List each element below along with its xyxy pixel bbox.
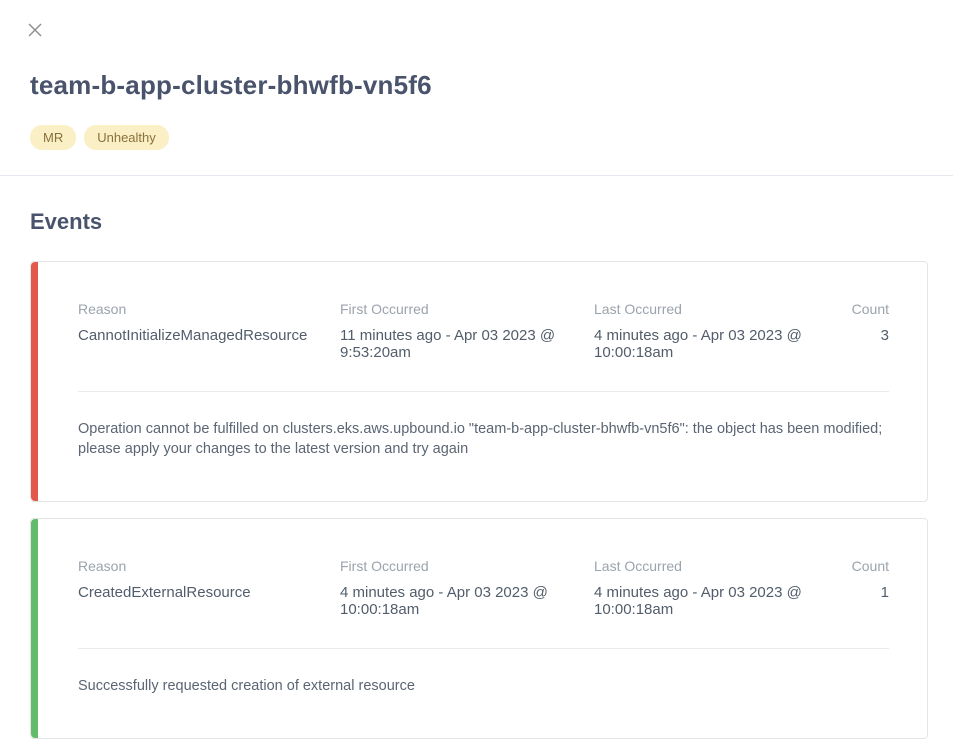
- column-header-last-occurred: Last Occurred: [594, 558, 846, 574]
- event-last-occurred-value: 4 minutes ago - Apr 03 2023 @ 10:00:18am: [594, 327, 846, 361]
- column-header-first-occurred: First Occurred: [340, 301, 594, 317]
- badge-unhealthy: Unhealthy: [84, 125, 169, 150]
- event-col-first-occurred: First Occurred 4 minutes ago - Apr 03 20…: [340, 558, 594, 618]
- event-col-count: Count 3: [846, 301, 889, 361]
- event-reason-value: CannotInitializeManagedResource: [78, 327, 340, 344]
- card-divider: [78, 648, 889, 649]
- event-first-occurred-value: 4 minutes ago - Apr 03 2023 @ 10:00:18am: [340, 584, 594, 618]
- event-message: Operation cannot be fulfilled on cluster…: [78, 419, 889, 459]
- badge-row: MR Unhealthy: [30, 125, 928, 150]
- event-message: Successfully requested creation of exter…: [78, 676, 889, 696]
- event-card-success: Reason CreatedExternalResource First Occ…: [30, 518, 928, 739]
- event-header-grid: Reason CreatedExternalResource First Occ…: [78, 558, 889, 618]
- column-header-count: Count: [846, 301, 889, 317]
- event-header-grid: Reason CannotInitializeManagedResource F…: [78, 301, 889, 361]
- column-header-count: Count: [846, 558, 889, 574]
- event-count-value: 1: [846, 584, 889, 601]
- resource-detail-panel: team-b-app-cluster-bhwfb-vn5f6 MR Unheal…: [0, 0, 953, 747]
- event-body: Reason CreatedExternalResource First Occ…: [38, 519, 927, 738]
- event-card-error: Reason CannotInitializeManagedResource F…: [30, 261, 928, 502]
- page-title: team-b-app-cluster-bhwfb-vn5f6: [30, 70, 928, 101]
- column-header-reason: Reason: [78, 301, 340, 317]
- event-col-first-occurred: First Occurred 11 minutes ago - Apr 03 2…: [340, 301, 594, 361]
- events-heading: Events: [30, 209, 928, 235]
- column-header-first-occurred: First Occurred: [340, 558, 594, 574]
- event-col-last-occurred: Last Occurred 4 minutes ago - Apr 03 202…: [594, 301, 846, 361]
- event-last-occurred-value: 4 minutes ago - Apr 03 2023 @ 10:00:18am: [594, 584, 846, 618]
- event-col-count: Count 1: [846, 558, 889, 618]
- event-first-occurred-value: 11 minutes ago - Apr 03 2023 @ 9:53:20am: [340, 327, 594, 361]
- event-col-reason: Reason CreatedExternalResource: [78, 558, 340, 618]
- card-divider: [78, 391, 889, 392]
- event-col-reason: Reason CannotInitializeManagedResource: [78, 301, 340, 361]
- event-reason-value: CreatedExternalResource: [78, 584, 340, 601]
- event-col-last-occurred: Last Occurred 4 minutes ago - Apr 03 202…: [594, 558, 846, 618]
- column-header-reason: Reason: [78, 558, 340, 574]
- section-divider: [0, 175, 953, 176]
- event-body: Reason CannotInitializeManagedResource F…: [38, 262, 927, 501]
- badge-mr: MR: [30, 125, 76, 150]
- status-strip-success: [31, 519, 38, 738]
- column-header-last-occurred: Last Occurred: [594, 301, 846, 317]
- event-count-value: 3: [846, 327, 889, 344]
- close-button[interactable]: [26, 21, 44, 39]
- status-strip-error: [31, 262, 38, 501]
- close-icon: [27, 22, 43, 38]
